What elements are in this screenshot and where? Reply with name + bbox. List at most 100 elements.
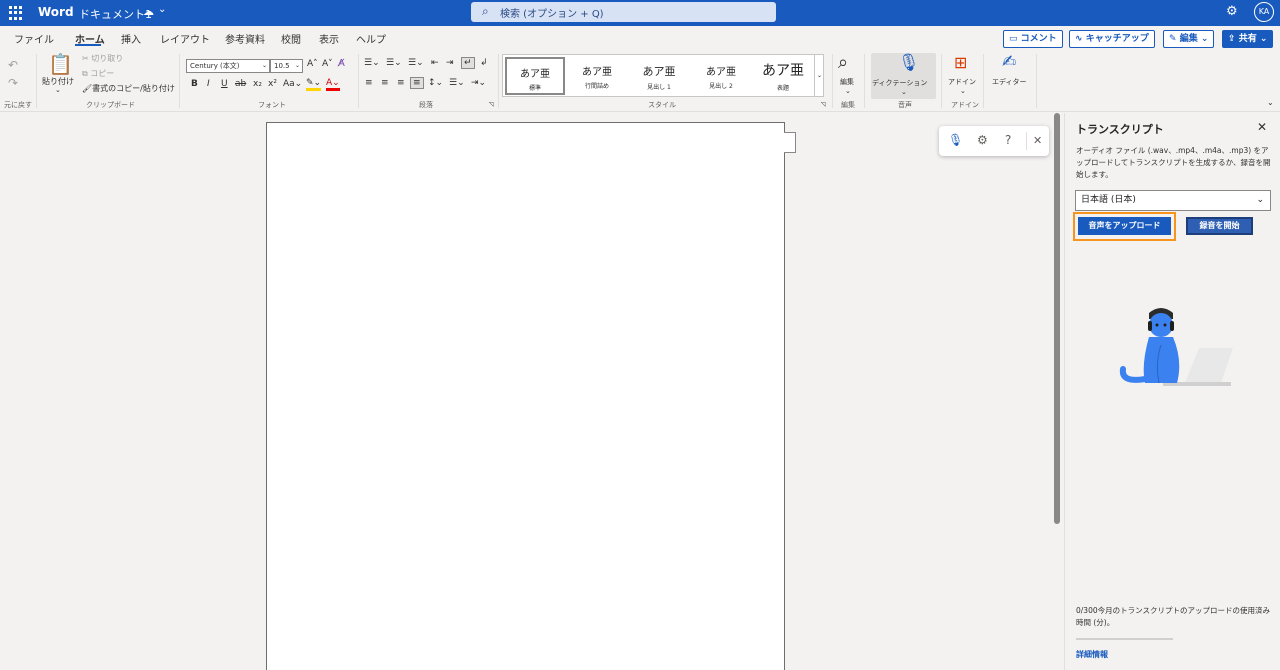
change-case-icon[interactable]: Aa⌄ (283, 79, 302, 89)
indent-special-icon[interactable]: ⇥⌄ (471, 78, 486, 88)
style-heading-1[interactable]: あア亜 見出し 1 (629, 57, 689, 95)
tab-references[interactable]: 参考資料 (225, 31, 265, 46)
comment-button[interactable]: ▭ コメント (1003, 30, 1063, 48)
addins-button[interactable]: アドイン (948, 77, 976, 87)
avatar[interactable]: KA (1254, 2, 1274, 22)
style-name: 標準 (528, 85, 541, 92)
divider (1026, 132, 1027, 150)
paragraph-launcher-icon[interactable]: ◹ (489, 101, 494, 108)
chevron-down-icon: ⌄ (294, 62, 300, 69)
app-name[interactable]: Word (38, 5, 74, 19)
close-icon[interactable]: ✕ (1033, 134, 1042, 147)
search-box[interactable]: ⌕ 検索 (オプション + Q) (471, 2, 776, 22)
settings-gear-icon[interactable]: ⚙ (977, 133, 988, 147)
pencil-icon: ✎ (1169, 34, 1180, 44)
catchup-button[interactable]: ∿ キャッチアップ (1069, 30, 1155, 48)
bullets-icon[interactable]: ☰⌄ (364, 58, 380, 68)
underline-icon[interactable]: U (221, 79, 228, 89)
editor-icon[interactable]: ✍ (1002, 52, 1016, 72)
editor-button[interactable]: エディター (992, 77, 1027, 87)
subscript-icon[interactable]: x₂ (253, 79, 262, 89)
align-right-icon[interactable]: ≡ (397, 78, 405, 88)
style-heading-2[interactable]: あア亜 見出し 2 (691, 57, 751, 95)
styles-launcher-icon[interactable]: ◹ (821, 101, 826, 108)
font-name-combo[interactable]: Century (本文) ⌄ (186, 59, 270, 73)
style-no-spacing[interactable]: あア亜 行間詰め (567, 57, 627, 95)
title-bar: Word ドキュメント1 ☁ ⌄ ⌕ 検索 (オプション + Q) ⚙ KA (0, 0, 1280, 26)
paste-icon[interactable]: 📋 (48, 52, 73, 76)
strikethrough-icon[interactable]: ab (235, 79, 246, 89)
find-icon[interactable]: ⌕ (838, 52, 848, 73)
chevron-down-icon[interactable]: ⌄ (158, 4, 166, 15)
cloud-saved-icon[interactable]: ☁ (143, 5, 154, 18)
search-icon: ⌕ (482, 4, 489, 18)
app-launcher-icon[interactable] (9, 6, 23, 20)
start-recording-button[interactable]: 録音を開始 (1186, 217, 1253, 235)
microphone-icon[interactable]: 🎙 (948, 133, 963, 147)
microphone-icon: 🎙 (898, 53, 920, 73)
divider (1036, 54, 1037, 108)
dictate-button[interactable]: 🎙 ディクテーション ⌄ (871, 53, 936, 99)
tab-help[interactable]: ヘルプ (356, 31, 386, 46)
document-name[interactable]: ドキュメント1 (79, 6, 152, 22)
paragraph-spacing-icon[interactable]: ☰⌄ (449, 78, 465, 88)
style-name: 行間詰め (584, 83, 609, 90)
style-title[interactable]: あア亜 表題 (753, 57, 813, 95)
settings-gear-icon[interactable]: ⚙ (1226, 4, 1238, 19)
font-color-icon[interactable]: A⌄ (326, 78, 340, 91)
upload-audio-button[interactable]: 音声をアップロード (1078, 217, 1171, 235)
line-spacing-icon[interactable]: ↕⌄ (428, 78, 443, 88)
catchup-icon: ∿ (1075, 34, 1086, 44)
editing-mode-button[interactable]: ✎ 編集 ⌄ (1163, 30, 1215, 48)
cut-button[interactable]: ✂ 切り取り (82, 53, 123, 64)
highlight-color-icon[interactable]: ✎⌄ (306, 78, 322, 91)
learn-more-link[interactable]: 詳細情報 (1076, 649, 1108, 660)
chevron-down-icon: ⌄ (901, 88, 907, 96)
multilevel-list-icon[interactable]: ☰⌄ (408, 58, 424, 68)
numbering-icon[interactable]: ☰⌄ (386, 58, 402, 68)
styles-more-button[interactable]: ⌄ (814, 54, 824, 97)
search-placeholder: 検索 (オプション + Q) (500, 9, 604, 20)
shrink-font-icon[interactable]: A˅ (322, 59, 333, 69)
clear-format-icon[interactable]: A̸ (338, 58, 345, 69)
tab-file[interactable]: ファイル (14, 31, 54, 46)
bold-icon[interactable]: B (191, 79, 198, 89)
increase-indent-icon[interactable]: ⇥ (446, 58, 454, 68)
superscript-icon[interactable]: x² (268, 79, 277, 89)
align-center-icon[interactable]: ≡ (381, 78, 389, 88)
justify-icon[interactable]: ≡ (410, 77, 424, 89)
tab-view[interactable]: 表示 (319, 31, 339, 46)
chevron-down-icon[interactable]: ⌄ (845, 87, 851, 95)
dictate-label: ディクテーション (872, 79, 928, 87)
vertical-scrollbar[interactable] (1054, 113, 1060, 524)
copy-button[interactable]: ⧉ コピー (82, 68, 114, 79)
style-normal[interactable]: あア亜 標準 (505, 57, 565, 95)
editing-button[interactable]: 編集 (840, 77, 854, 87)
tab-review[interactable]: 校閲 (281, 31, 301, 46)
italic-icon[interactable]: I (207, 79, 210, 89)
language-select[interactable]: 日本語 (日本) ⌄ (1075, 190, 1271, 211)
transcript-pane: トランスクリプト ✕ オーディオ ファイル (.wav、.mp4、.m4a、.m… (1064, 113, 1280, 670)
document-page[interactable] (266, 122, 785, 670)
decrease-indent-icon[interactable]: ⇤ (431, 58, 439, 68)
chevron-down-icon[interactable]: ⌄ (960, 87, 966, 95)
align-left-icon[interactable]: ≡ (365, 78, 373, 88)
redo-icon[interactable]: ↷ (8, 76, 18, 90)
share-button[interactable]: ⇪ 共有 ⌄ (1222, 30, 1274, 48)
collapse-ribbon-icon[interactable]: ⌄ (1267, 98, 1274, 107)
format-painter-button[interactable]: 🖌書式のコピー/貼り付け (82, 83, 175, 94)
ltr-icon[interactable]: ↲ (480, 58, 488, 68)
font-size-value: 10.5 (274, 62, 290, 70)
show-marks-icon[interactable]: ↵ (461, 57, 475, 69)
font-size-combo[interactable]: 10.5 ⌄ (270, 59, 303, 73)
tab-insert[interactable]: 挿入 (121, 31, 141, 46)
chevron-down-icon[interactable]: ⌄ (55, 86, 61, 94)
undo-icon[interactable]: ↶ (8, 58, 18, 72)
help-icon[interactable]: ? (1005, 133, 1011, 147)
addins-icon[interactable]: ⊞ (954, 53, 967, 72)
style-sample: あア亜 (520, 69, 550, 80)
grow-font-icon[interactable]: A˄ (307, 59, 318, 69)
close-icon[interactable]: ✕ (1257, 120, 1267, 134)
tab-layout[interactable]: レイアウト (160, 31, 210, 46)
divider (498, 54, 499, 108)
